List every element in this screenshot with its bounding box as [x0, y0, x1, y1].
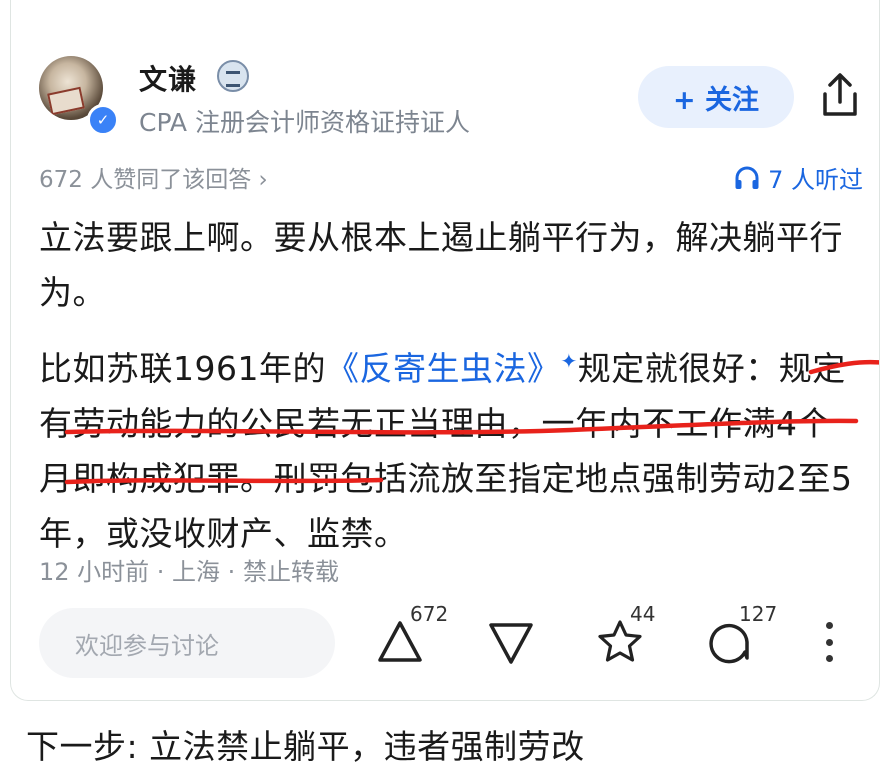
paragraph-1: 立法要跟上啊。要从根本上遏止躺平行为，解决躺平行为。 — [39, 218, 843, 312]
verified-icon: ✓ — [87, 104, 119, 136]
sparkle-icon: ✦ — [560, 349, 578, 373]
upvote-count: 672 — [410, 602, 449, 626]
post-meta: 12 小时前 · 上海 · 禁止转载 — [39, 558, 339, 586]
likes-summary[interactable]: 672 人赞同了该回答 › — [39, 160, 268, 194]
downvote-button[interactable] — [487, 600, 567, 680]
paragraph-2: 比如苏联1961年的《反寄生虫法》✦规定就很好：规定有劳动能力的公民若无正当理由… — [39, 334, 855, 561]
downvote-icon — [489, 623, 533, 664]
headphones-icon — [735, 166, 759, 189]
comment-count: 127 — [739, 602, 778, 626]
favorite-count: 44 — [630, 602, 656, 626]
follow-button[interactable]: + 关注 — [638, 66, 794, 128]
author-name[interactable]: 文谦 — [139, 58, 197, 98]
author-title: CPA 注册会计师资格证持证人 — [139, 108, 470, 137]
comment-button[interactable]: 127 — [705, 600, 785, 680]
upvote-button[interactable]: 672 — [376, 600, 456, 680]
answer-card: ✓ 文谦 CPA 注册会计师资格证持证人 + 关注 672 人赞同了该回答 › … — [10, 0, 880, 701]
favorite-button[interactable]: 44 — [596, 600, 676, 680]
listen-count[interactable]: 7 人听过 — [734, 160, 863, 195]
more-options-icon[interactable] — [823, 622, 835, 662]
law-link[interactable]: 《反寄生虫法》 — [326, 349, 561, 388]
follow-label: + 关注 — [672, 84, 760, 116]
comment-input[interactable]: 欢迎参与讨论 — [39, 608, 335, 678]
share-icon[interactable] — [817, 70, 863, 120]
comment-placeholder: 欢迎参与讨论 — [75, 631, 219, 660]
author-badge-icon[interactable] — [217, 60, 249, 92]
caption-text: 下一步: 立法禁止躺平，违者强制劳改 — [26, 727, 585, 766]
paragraph-2-prefix: 比如苏联1961年的 — [39, 349, 326, 388]
listen-text: 7 人听过 — [768, 166, 863, 194]
answer-content: 立法要跟上啊。要从根本上遏止躺平行为，解决躺平行为。 比如苏联1961年的《反寄… — [39, 210, 855, 575]
